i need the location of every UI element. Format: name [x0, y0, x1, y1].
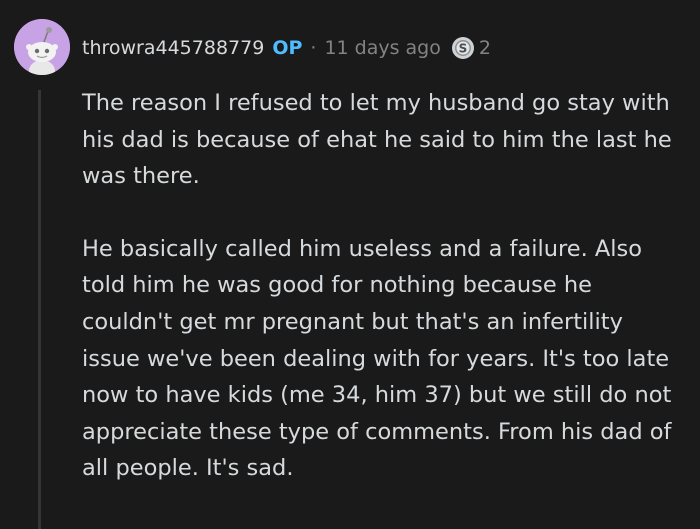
user-avatar[interactable]: [14, 19, 70, 75]
comment-meta: throwra445788779 OP · 11 days ago S 2: [82, 33, 491, 63]
comment-paragraph: The reason I refused to let my husband g…: [82, 90, 672, 190]
thread-collapse-line[interactable]: [38, 90, 41, 529]
meta-separator: ·: [310, 37, 317, 59]
svg-text:S: S: [459, 42, 468, 56]
award-count: 2: [478, 37, 491, 59]
comment-timestamp[interactable]: 11 days ago: [324, 37, 440, 59]
op-badge: OP: [272, 37, 303, 59]
comment: throwra445788779 OP · 11 days ago S 2 Th…: [0, 0, 700, 529]
snoo-avatar-icon: [14, 19, 70, 75]
silver-award-icon[interactable]: S: [451, 36, 475, 60]
comment-body: The reason I refused to let my husband g…: [82, 85, 682, 487]
comment-paragraph: He basically called him useless and a fa…: [82, 235, 672, 482]
username-link[interactable]: throwra445788779: [82, 37, 264, 59]
